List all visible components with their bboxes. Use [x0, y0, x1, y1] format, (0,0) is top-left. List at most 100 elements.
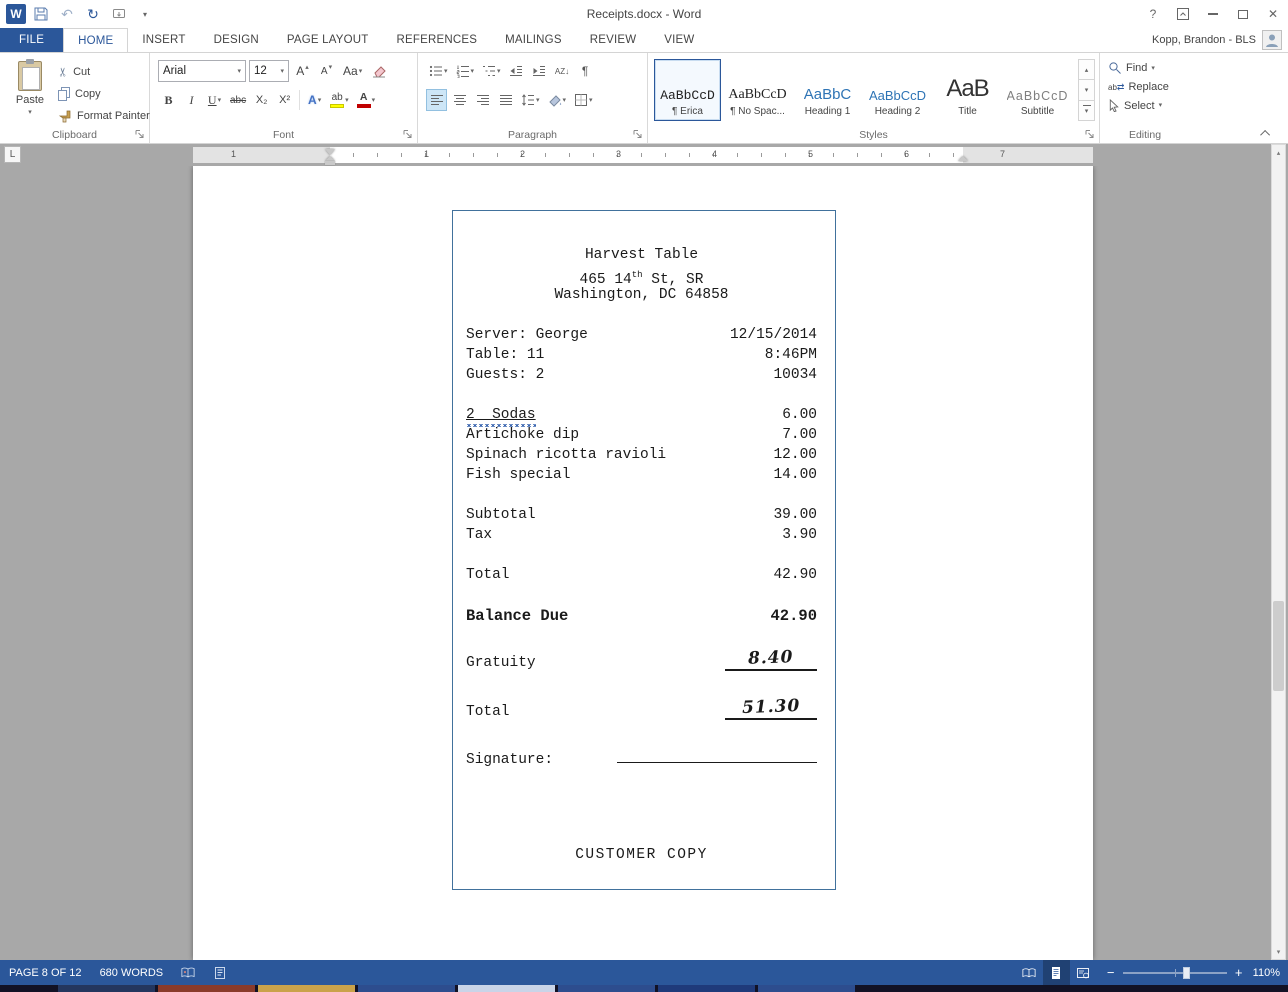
multilevel-list-button[interactable]: ▾: [479, 60, 504, 82]
font-size-select[interactable]: 12 ▾: [249, 60, 289, 82]
maximize-button[interactable]: [1228, 0, 1258, 28]
user-account-button[interactable]: Kopp, Brandon - BLS: [1152, 34, 1256, 46]
receipt-gratuity-row[interactable]: Gratuity 8.40: [466, 651, 817, 673]
styles-scroll-down-button[interactable]: ▾: [1078, 80, 1095, 100]
numbering-button[interactable]: ▾: [453, 60, 478, 82]
clear-formatting-button[interactable]: [368, 60, 389, 82]
change-case-button[interactable]: Aa▾: [340, 60, 365, 82]
receipt-title[interactable]: Harvest Table: [466, 245, 817, 265]
receipt-row[interactable]: Tax3.90: [466, 525, 817, 545]
styles-dialog-launcher[interactable]: [1084, 128, 1096, 140]
tab-review[interactable]: REVIEW: [576, 28, 651, 52]
taskbar-app-button[interactable]: [58, 985, 155, 992]
collapse-ribbon-button[interactable]: [1258, 127, 1274, 139]
justify-button[interactable]: [495, 89, 516, 111]
tab-references[interactable]: REFERENCES: [383, 28, 492, 52]
shrink-font-button[interactable]: A▾: [316, 60, 337, 82]
zoom-in-button[interactable]: +: [1233, 965, 1245, 980]
close-button[interactable]: ✕: [1258, 0, 1288, 28]
italic-button[interactable]: I: [181, 89, 202, 111]
left-indent-marker[interactable]: [325, 161, 335, 165]
style-erica[interactable]: AaBbCcD ¶ Erica: [654, 59, 721, 121]
receipt-row[interactable]: Server: George12/15/2014: [466, 325, 817, 345]
align-left-button[interactable]: [426, 89, 447, 111]
first-line-indent-marker[interactable]: [325, 149, 335, 155]
tab-view[interactable]: VIEW: [650, 28, 708, 52]
increase-indent-button[interactable]: [529, 60, 550, 82]
word-count-indicator[interactable]: 680 WORDS: [91, 960, 173, 985]
receipt-row[interactable]: Spinach ricotta ravioli12.00: [466, 445, 817, 465]
bold-button[interactable]: B: [158, 89, 179, 111]
format-painter-button[interactable]: Format Painter: [58, 106, 150, 126]
qat-customize-button[interactable]: ▾: [134, 3, 156, 25]
align-center-button[interactable]: [449, 89, 470, 111]
right-indent-marker[interactable]: [958, 156, 968, 161]
align-right-button[interactable]: [472, 89, 493, 111]
decrease-indent-button[interactable]: [506, 60, 527, 82]
zoom-level-button[interactable]: 110%: [1253, 967, 1288, 979]
taskbar-app-button[interactable]: [758, 985, 855, 992]
font-dialog-launcher[interactable]: [402, 128, 414, 140]
receipt-address[interactable]: 465 14th St, SR: [466, 265, 817, 285]
taskbar-app-button[interactable]: [358, 985, 455, 992]
tab-mailings[interactable]: MAILINGS: [491, 28, 576, 52]
sort-button[interactable]: AZ↓: [552, 60, 573, 82]
select-button[interactable]: Select ▾: [1108, 99, 1169, 112]
receipt-row[interactable]: Guests: 210034: [466, 365, 817, 385]
clipboard-dialog-launcher[interactable]: [134, 128, 146, 140]
font-name-select[interactable]: Arial ▾: [158, 60, 246, 82]
proofing-status-button[interactable]: [172, 960, 204, 985]
vertical-scrollbar[interactable]: ▴ ▾: [1271, 144, 1286, 960]
touch-mode-button[interactable]: [108, 3, 130, 25]
taskbar-app-button[interactable]: [458, 985, 555, 992]
bullets-button[interactable]: ▾: [426, 60, 451, 82]
avatar-icon[interactable]: [1262, 30, 1282, 50]
tab-design[interactable]: DESIGN: [200, 28, 273, 52]
taskbar-app-button[interactable]: [558, 985, 655, 992]
macro-status-button[interactable]: [204, 960, 236, 985]
paste-button[interactable]: Paste ▾: [8, 58, 52, 124]
scroll-down-button[interactable]: ▾: [1272, 944, 1285, 959]
tab-file[interactable]: FILE: [0, 28, 63, 52]
zoom-slider-thumb[interactable]: [1183, 967, 1190, 979]
underline-button[interactable]: U▾: [204, 89, 225, 111]
copy-button[interactable]: Copy: [58, 84, 101, 104]
receipt-grand-total-row[interactable]: Total 51.30: [466, 700, 817, 722]
minimize-button[interactable]: [1198, 0, 1228, 28]
taskbar-app-button[interactable]: [658, 985, 755, 992]
print-layout-button[interactable]: [1043, 960, 1070, 985]
tab-home[interactable]: HOME: [63, 28, 128, 52]
scrollbar-thumb[interactable]: [1273, 601, 1284, 691]
grow-font-button[interactable]: A▴: [292, 60, 313, 82]
highlight-color-button[interactable]: ab ▾: [327, 89, 352, 111]
shading-button[interactable]: ▾: [545, 89, 570, 111]
strikethrough-button[interactable]: abc: [227, 89, 249, 111]
scroll-up-button[interactable]: ▴: [1272, 145, 1285, 160]
style-heading-1[interactable]: AaBbC Heading 1: [794, 59, 861, 121]
web-layout-button[interactable]: [1070, 960, 1097, 985]
cut-button[interactable]: ✂ Cut: [58, 62, 90, 82]
receipt-row[interactable]: Artichoke dip7.00: [466, 425, 817, 445]
text-effects-button[interactable]: A▾: [304, 89, 325, 111]
page-number-indicator[interactable]: PAGE 8 OF 12: [0, 960, 91, 985]
tab-stop-selector[interactable]: L: [4, 146, 21, 163]
taskbar-app-button[interactable]: [158, 985, 255, 992]
style-title[interactable]: AaB Title: [934, 59, 1001, 121]
ribbon-display-options-button[interactable]: [1168, 0, 1198, 28]
document-page[interactable]: Harvest Table 465 14th St, SR Washington…: [193, 166, 1093, 960]
style-heading-2[interactable]: AaBbCcD Heading 2: [864, 59, 931, 121]
receipt-table[interactable]: Harvest Table 465 14th St, SR Washington…: [452, 210, 836, 890]
undo-button[interactable]: ↶: [56, 3, 78, 25]
zoom-out-button[interactable]: −: [1105, 965, 1117, 980]
subscript-button[interactable]: X₂: [251, 89, 272, 111]
style-subtitle[interactable]: AaBbCcD Subtitle: [1004, 59, 1071, 121]
receipt-balance-row[interactable]: Balance Due42.90: [466, 606, 817, 628]
receipt-total-row[interactable]: Total42.90: [466, 565, 817, 585]
font-color-button[interactable]: A ▾: [354, 89, 379, 111]
replace-button[interactable]: ab⇄ Replace: [1108, 81, 1169, 93]
styles-more-button[interactable]: ▾: [1078, 101, 1095, 121]
zoom-slider[interactable]: [1123, 972, 1227, 974]
receipt-row[interactable]: Subtotal39.00: [466, 505, 817, 525]
tab-insert[interactable]: INSERT: [128, 28, 199, 52]
borders-button[interactable]: ▾: [571, 89, 596, 111]
